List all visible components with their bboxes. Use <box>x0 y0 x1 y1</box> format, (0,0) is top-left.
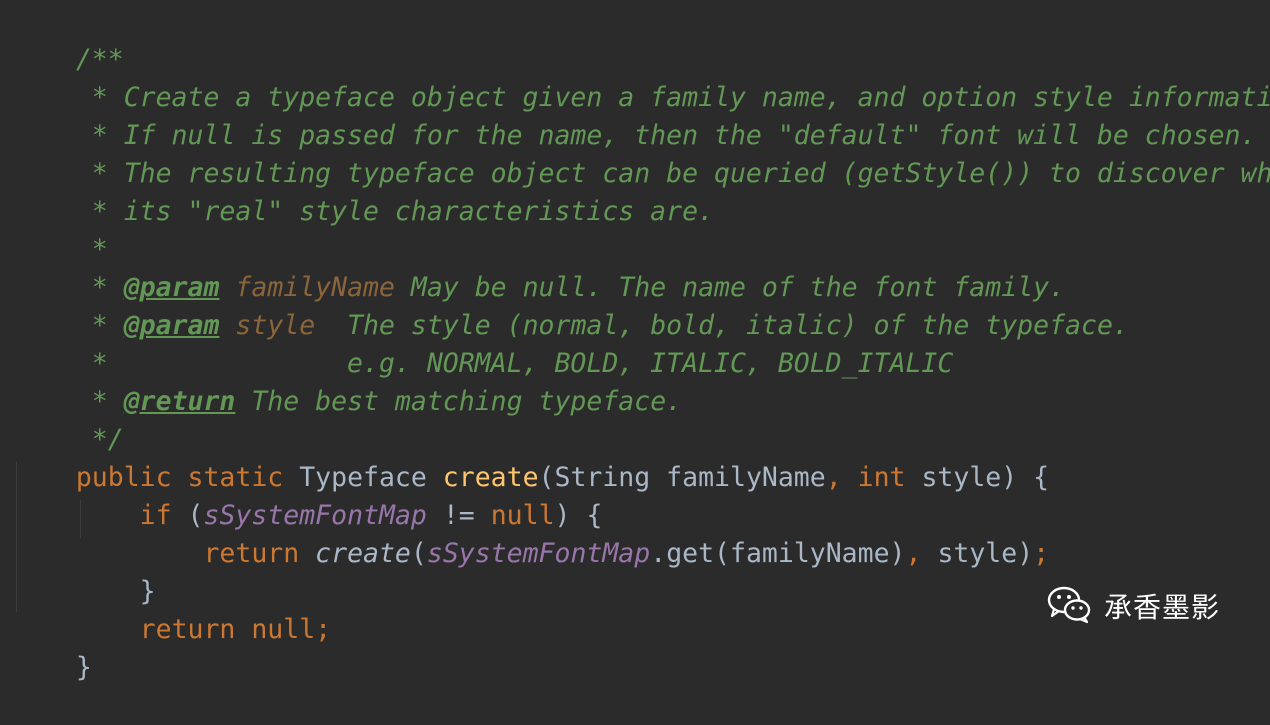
code-line: * @return The best matching typeface. <box>12 345 1270 417</box>
indent-guide <box>80 500 81 538</box>
watermark-text: 承香墨影 <box>1104 591 1221 624</box>
watermark: 承香墨影 <box>1046 584 1220 628</box>
code-line: if (sSystemFontMap != null) { <box>12 459 1270 531</box>
code-line: public static Typeface create(String fam… <box>12 421 1270 493</box>
wechat-icon <box>1046 584 1092 628</box>
code-line: * Create a typeface object given a famil… <box>12 41 1270 113</box>
code-line: * e.g. NORMAL, BOLD, ITALIC, BOLD_ITALIC <box>12 307 1270 379</box>
code-line: * The resulting typeface object can be q… <box>12 117 1270 189</box>
code-line: * If null is passed for the name, then t… <box>12 79 1270 151</box>
indent-guide <box>16 462 17 612</box>
code-text: } <box>75 652 92 683</box>
code-line: * <box>12 193 1270 265</box>
code-line: */ <box>12 383 1270 455</box>
code-line: * @param familyName May be null. The nam… <box>12 231 1270 303</box>
code-line: return create(sSystemFontMap.get(familyN… <box>12 497 1270 569</box>
code-line: } <box>12 535 1270 607</box>
code-editor[interactable]: /** * Create a typeface object given a f… <box>12 3 1270 683</box>
code-line: * @param style The style (normal, bold, … <box>12 269 1270 341</box>
code-line: * its "real" style characteristics are. <box>12 155 1270 227</box>
code-line: /** <box>12 3 1270 75</box>
